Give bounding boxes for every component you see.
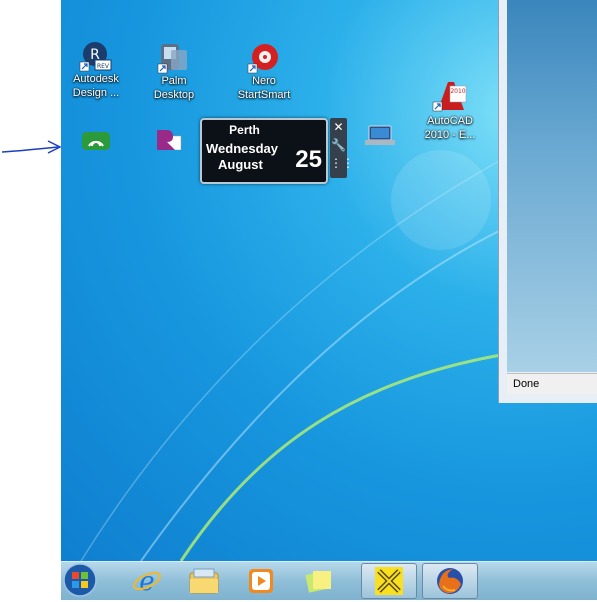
desktop-icon-autocad-2010[interactable]: 2010 AutoCAD 2010 - E... (415, 80, 485, 142)
svg-text:REV: REV (97, 63, 110, 70)
desktop-icon-nero-startsmart[interactable]: Nero StartSmart (229, 42, 299, 102)
desktop-icon-green-app[interactable] (61, 130, 131, 152)
desktop-icon-autodesk-design[interactable]: R REV Autodesk Design ... (61, 40, 131, 100)
browser-window[interactable]: Done (498, 0, 597, 403)
firefox-icon (437, 568, 463, 594)
gadget-date: 25 (295, 146, 322, 173)
close-icon[interactable]: ✕ (330, 118, 347, 136)
drag-handle-icon[interactable]: ⋮⋮ (330, 154, 354, 172)
palm-desktop-icon (157, 44, 187, 74)
revit-shortcut-icon (157, 130, 182, 150)
gadget-month: August (218, 157, 263, 172)
icon-label-line1: Autodesk (73, 73, 119, 85)
nero-icon (247, 44, 278, 74)
media-player-icon (249, 569, 273, 593)
status-bar: Done (507, 373, 597, 394)
x-logo-icon (375, 567, 403, 595)
folder-icon (189, 568, 219, 594)
gadget-toolbar: ✕ 🔧 ⋮⋮ (330, 118, 354, 178)
icon-label-line1: Nero (252, 75, 276, 87)
annotation-arrow (1, 140, 62, 154)
taskbar: e (61, 561, 597, 600)
autodesk-revit-icon: R REV (79, 42, 112, 72)
desktop-icon-palm-desktop[interactable]: Palm Desktop (139, 42, 209, 102)
taskbar-sticky-notes[interactable] (290, 563, 346, 599)
start-button[interactable] (62, 562, 98, 598)
icon-label-line1: Palm (161, 75, 187, 87)
taskbar-firefox[interactable] (422, 563, 478, 599)
windows-orb-icon (63, 563, 97, 597)
sticky-notes-icon (305, 571, 331, 593)
autocad-badge-text: 2010 (450, 88, 465, 95)
autocad-icon: 2010 (432, 82, 467, 112)
wrench-icon[interactable]: 🔧 (330, 136, 347, 154)
wireless-connection-icon (82, 132, 110, 150)
icon-label-line2: Design ... (72, 87, 120, 99)
icon-label-line2: Desktop (153, 89, 195, 101)
network-computer-icon (365, 125, 395, 145)
desktop-icon-purple-app[interactable] (131, 128, 201, 150)
clock-gadget[interactable]: Perth Wednesday August 25 (200, 118, 328, 184)
icon-label-line2: 2010 - E... (424, 129, 476, 141)
taskbar-media-player[interactable] (233, 563, 289, 599)
gadget-city: Perth (229, 123, 260, 137)
taskbar-windows-explorer[interactable] (176, 563, 232, 599)
svg-text:e: e (139, 567, 154, 596)
taskbar-internet-explorer[interactable]: e (119, 563, 175, 599)
desktop-icon-computer[interactable] (345, 122, 415, 148)
icon-label-line1: AutoCAD (427, 115, 473, 127)
browser-content[interactable] (507, 0, 597, 372)
taskbar-autocad-app[interactable] (361, 563, 417, 599)
icon-label-line2: StartSmart (237, 89, 291, 101)
internet-explorer-icon: e (133, 567, 161, 596)
gadget-day: Wednesday (206, 141, 279, 156)
